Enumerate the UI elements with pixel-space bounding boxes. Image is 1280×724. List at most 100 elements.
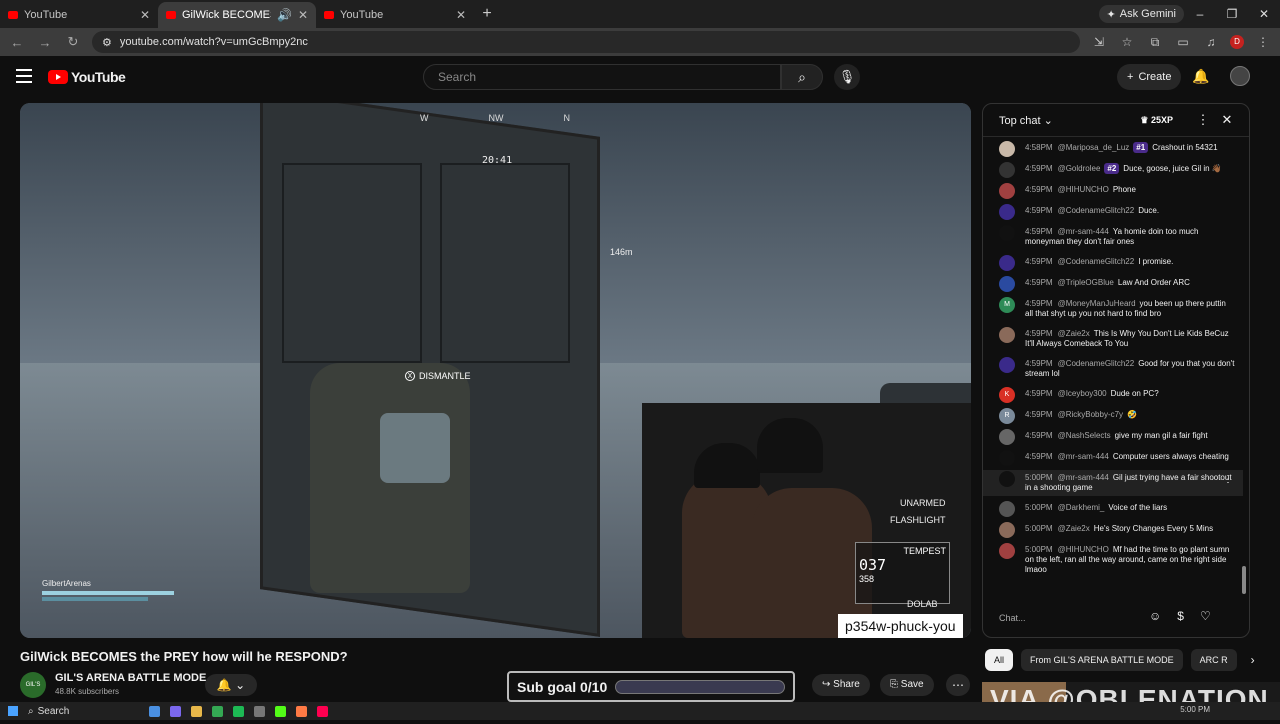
- app-icon[interactable]: [296, 705, 308, 717]
- restore-icon[interactable]: ❐: [1216, 0, 1248, 28]
- taskbar-search[interactable]: ⌕ Search: [28, 706, 69, 717]
- url-field[interactable]: ⚙ youtube.com/watch?v=umGcBmpy2nc: [92, 31, 1080, 53]
- chat-message[interactable]: 4:59PM @Zaie2x This Is Why You Don't Lie K…: [983, 326, 1243, 352]
- search-button[interactable]: ⌕: [781, 64, 823, 90]
- chat-message[interactable]: 4:59PM @CodenameGlitch22 I promise.: [983, 254, 1243, 271]
- minimize-icon[interactable]: –: [1184, 0, 1216, 28]
- chat-author[interactable]: @RickyBobby-c7y: [1058, 410, 1123, 419]
- browser-tab-2[interactable]: GilWick BECOMES the PREY 🔊 ✕: [158, 2, 316, 28]
- chat-author-avatar[interactable]: [999, 255, 1015, 271]
- close-tab-icon[interactable]: ✕: [298, 8, 308, 22]
- chat-author[interactable]: @CodenameGlitch22: [1058, 359, 1135, 368]
- account-avatar[interactable]: [1230, 66, 1250, 86]
- hamburger-menu-icon[interactable]: [16, 69, 32, 83]
- profile-avatar[interactable]: D: [1230, 35, 1244, 49]
- video-player[interactable]: W NW N 20:41 146m X DISMANTLE UNARMED FL…: [20, 103, 971, 638]
- chat-author[interactable]: @Iceyboy300: [1058, 389, 1107, 398]
- chat-scrollbar[interactable]: [1241, 148, 1247, 598]
- media-icon[interactable]: ♫: [1202, 35, 1220, 49]
- ask-gemini-button[interactable]: ✦ Ask Gemini: [1098, 5, 1184, 23]
- chat-message[interactable]: M 4:59PM @MoneyManJuHeard you been up there…: [983, 296, 1243, 322]
- chat-author-avatar[interactable]: K: [999, 387, 1015, 403]
- cast-icon[interactable]: ▭: [1174, 35, 1192, 49]
- close-chat-icon[interactable]: ✕: [1219, 112, 1235, 128]
- extensions-icon[interactable]: ⧉: [1146, 35, 1164, 50]
- audio-icon[interactable]: 🔊: [277, 8, 292, 22]
- chat-author[interactable]: @CodenameGlitch22: [1058, 206, 1135, 215]
- install-icon[interactable]: ⇲: [1090, 35, 1108, 49]
- search-input[interactable]: Search: [423, 64, 781, 90]
- chat-author-avatar[interactable]: [999, 327, 1015, 343]
- top-chat-dropdown[interactable]: Top chat ⌄: [999, 114, 1140, 127]
- chat-author[interactable]: @TripleOGBlue: [1058, 278, 1114, 287]
- chat-message[interactable]: 5:00PM @mr-sam-444 Gil just trying have a …: [983, 470, 1243, 496]
- chat-message[interactable]: 4:59PM @CodenameGlitch22 Good for you that…: [983, 356, 1243, 382]
- task-view-icon[interactable]: [149, 705, 161, 717]
- chat-message-list[interactable]: 4:58PM @Mariposa_de_Luz #1 Crashout in 5432…: [983, 140, 1243, 600]
- close-window-icon[interactable]: ✕: [1248, 0, 1280, 28]
- chat-message[interactable]: 5:00PM @Darkhemi_ Voice of the liars: [983, 500, 1243, 517]
- emoji-icon[interactable]: ☺: [1149, 609, 1161, 623]
- chat-author-avatar[interactable]: R: [999, 408, 1015, 424]
- file-explorer-icon[interactable]: [191, 705, 203, 717]
- chat-author[interactable]: @MoneyManJuHeard: [1058, 299, 1136, 308]
- browser-tab-1[interactable]: YouTube ✕: [0, 2, 158, 28]
- site-info-icon[interactable]: ⚙: [102, 36, 112, 49]
- chat-message[interactable]: 5:00PM @Zaie2x He's Story Changes Every 5 …: [983, 521, 1243, 538]
- chat-message[interactable]: 4:58PM @Mariposa_de_Luz #1 Crashout in 5432…: [983, 140, 1243, 157]
- create-button[interactable]: + Create: [1117, 64, 1182, 90]
- chat-author[interactable]: @Zaie2x: [1058, 329, 1090, 338]
- system-clock[interactable]: 5:00 PM: [1180, 705, 1210, 714]
- channel-avatar[interactable]: GIL'S ARENA: [20, 672, 46, 714]
- discord-icon[interactable]: [170, 705, 182, 717]
- chevron-right-icon[interactable]: ›: [1251, 653, 1255, 667]
- voice-search-button[interactable]: 🎙: [834, 64, 860, 90]
- share-button[interactable]: ↪ Share: [812, 674, 870, 696]
- browser-tab-3[interactable]: YouTube ✕: [316, 2, 474, 28]
- notifications-bell-icon[interactable]: 🔔: [1192, 68, 1209, 85]
- chat-author-avatar[interactable]: [999, 183, 1015, 199]
- chat-message[interactable]: R 4:59PM @RickyBobby-c7y 🤣: [983, 407, 1243, 424]
- chat-author-avatar[interactable]: [999, 429, 1015, 445]
- kick-icon[interactable]: [275, 705, 287, 717]
- windows-start-icon[interactable]: [8, 706, 18, 716]
- chat-author[interactable]: @Zaie2x: [1058, 524, 1090, 533]
- more-actions-button[interactable]: ⋯: [946, 674, 970, 696]
- chat-author[interactable]: @mr-sam-444: [1058, 452, 1109, 461]
- reload-icon[interactable]: ↻: [64, 34, 82, 50]
- chat-author[interactable]: @NashSelects: [1058, 431, 1111, 440]
- chat-author-avatar[interactable]: [999, 471, 1015, 487]
- chat-message[interactable]: 4:59PM @mr-sam-444 Ya homie doin too much …: [983, 224, 1243, 250]
- channel-name[interactable]: GIL'S ARENA BATTLE MODE: [55, 672, 206, 684]
- youtube-logo[interactable]: YouTube: [48, 69, 126, 85]
- chat-author[interactable]: @CodenameGlitch22: [1058, 257, 1135, 266]
- chat-message[interactable]: 4:59PM @TripleOGBlue Law And Order ARC: [983, 275, 1243, 292]
- chat-author[interactable]: @Darkhemi_: [1058, 503, 1105, 512]
- chat-message[interactable]: 4:59PM @mr-sam-444 Computer users always c…: [983, 449, 1243, 466]
- chat-menu-icon[interactable]: ⋮: [1195, 112, 1211, 128]
- bookmark-star-icon[interactable]: ☆: [1118, 35, 1136, 49]
- heart-icon[interactable]: ♡: [1200, 609, 1211, 623]
- new-tab-button[interactable]: +: [474, 2, 500, 28]
- chat-author[interactable]: @mr-sam-444: [1058, 227, 1109, 236]
- back-icon[interactable]: ←: [8, 35, 26, 50]
- chat-message[interactable]: 5:00PM @HIHUNCHO Mf had the time to go pla…: [983, 542, 1243, 578]
- chat-author-avatar[interactable]: [999, 225, 1015, 241]
- chat-author-avatar[interactable]: [999, 204, 1015, 220]
- chat-author[interactable]: @HIHUNCHO: [1058, 185, 1109, 194]
- message-menu-icon[interactable]: ⋮: [1223, 475, 1233, 485]
- chat-author-avatar[interactable]: [999, 357, 1015, 373]
- close-tab-icon[interactable]: ✕: [140, 8, 150, 22]
- chip-arc[interactable]: ARC R: [1190, 649, 1237, 671]
- chat-author[interactable]: @Goldrolee: [1058, 164, 1101, 173]
- chip-from-channel[interactable]: From GIL'S ARENA BATTLE MODE: [1021, 649, 1183, 671]
- chat-message[interactable]: 4:59PM @HIHUNCHO Phone: [983, 182, 1243, 199]
- scrollbar-thumb[interactable]: [1242, 566, 1246, 594]
- chat-author-avatar[interactable]: [999, 276, 1015, 292]
- chrome-icon[interactable]: [212, 705, 224, 717]
- chat-author[interactable]: @mr-sam-444: [1058, 473, 1109, 482]
- tiktok-icon[interactable]: [317, 705, 329, 717]
- notification-settings-button[interactable]: 🔔 ⌄: [205, 674, 257, 696]
- chat-author-avatar[interactable]: [999, 162, 1015, 178]
- chat-message[interactable]: 4:59PM @NashSelects give my man gil a fair…: [983, 428, 1243, 445]
